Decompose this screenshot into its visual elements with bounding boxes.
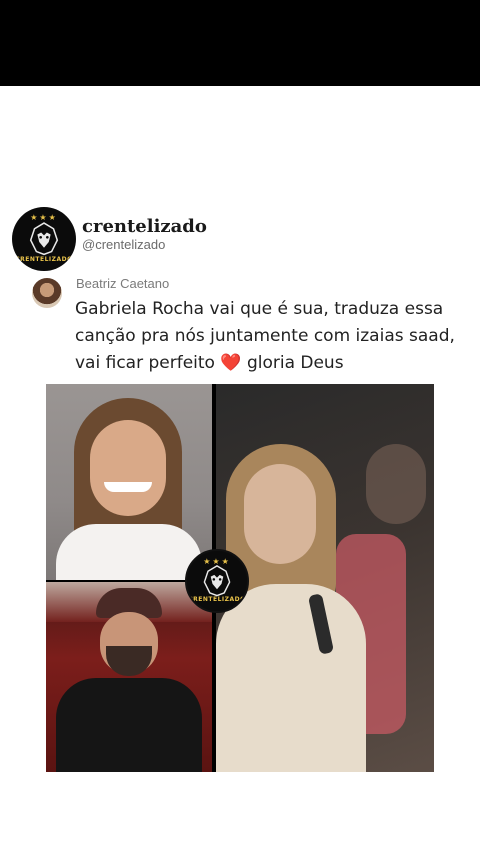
logo-text: CRENTELIZADO	[188, 596, 246, 603]
comment-text: Gabriela Rocha vai que é sua, traduza es…	[75, 296, 465, 377]
account-name[interactable]: crentelizado	[82, 216, 207, 237]
commenter-name[interactable]: Beatriz Caetano	[76, 276, 462, 291]
logo-text: CRENTELIZADO	[15, 256, 73, 263]
comment-text-end: gloria Deus	[246, 353, 344, 373]
post-header: ★★★ CRENTELIZADO crentelizado @crenteliz…	[12, 207, 207, 271]
photo-man-beanie	[46, 582, 212, 772]
photo-woman-smiling	[46, 384, 212, 580]
commenter-avatar[interactable]	[32, 278, 62, 308]
lion-logo-icon	[29, 222, 59, 256]
watermark-logo: ★★★ CRENTELIZADO	[185, 549, 249, 613]
account-avatar[interactable]: ★★★ CRENTELIZADO	[12, 207, 76, 271]
account-handle: @crentelizado	[82, 237, 166, 252]
comment-block: Beatriz Caetano Gabriela Rocha vai que é…	[32, 276, 462, 373]
heart-icon: ❤️	[220, 353, 242, 373]
top-black-bar	[0, 0, 480, 86]
lion-logo-icon	[203, 565, 231, 597]
